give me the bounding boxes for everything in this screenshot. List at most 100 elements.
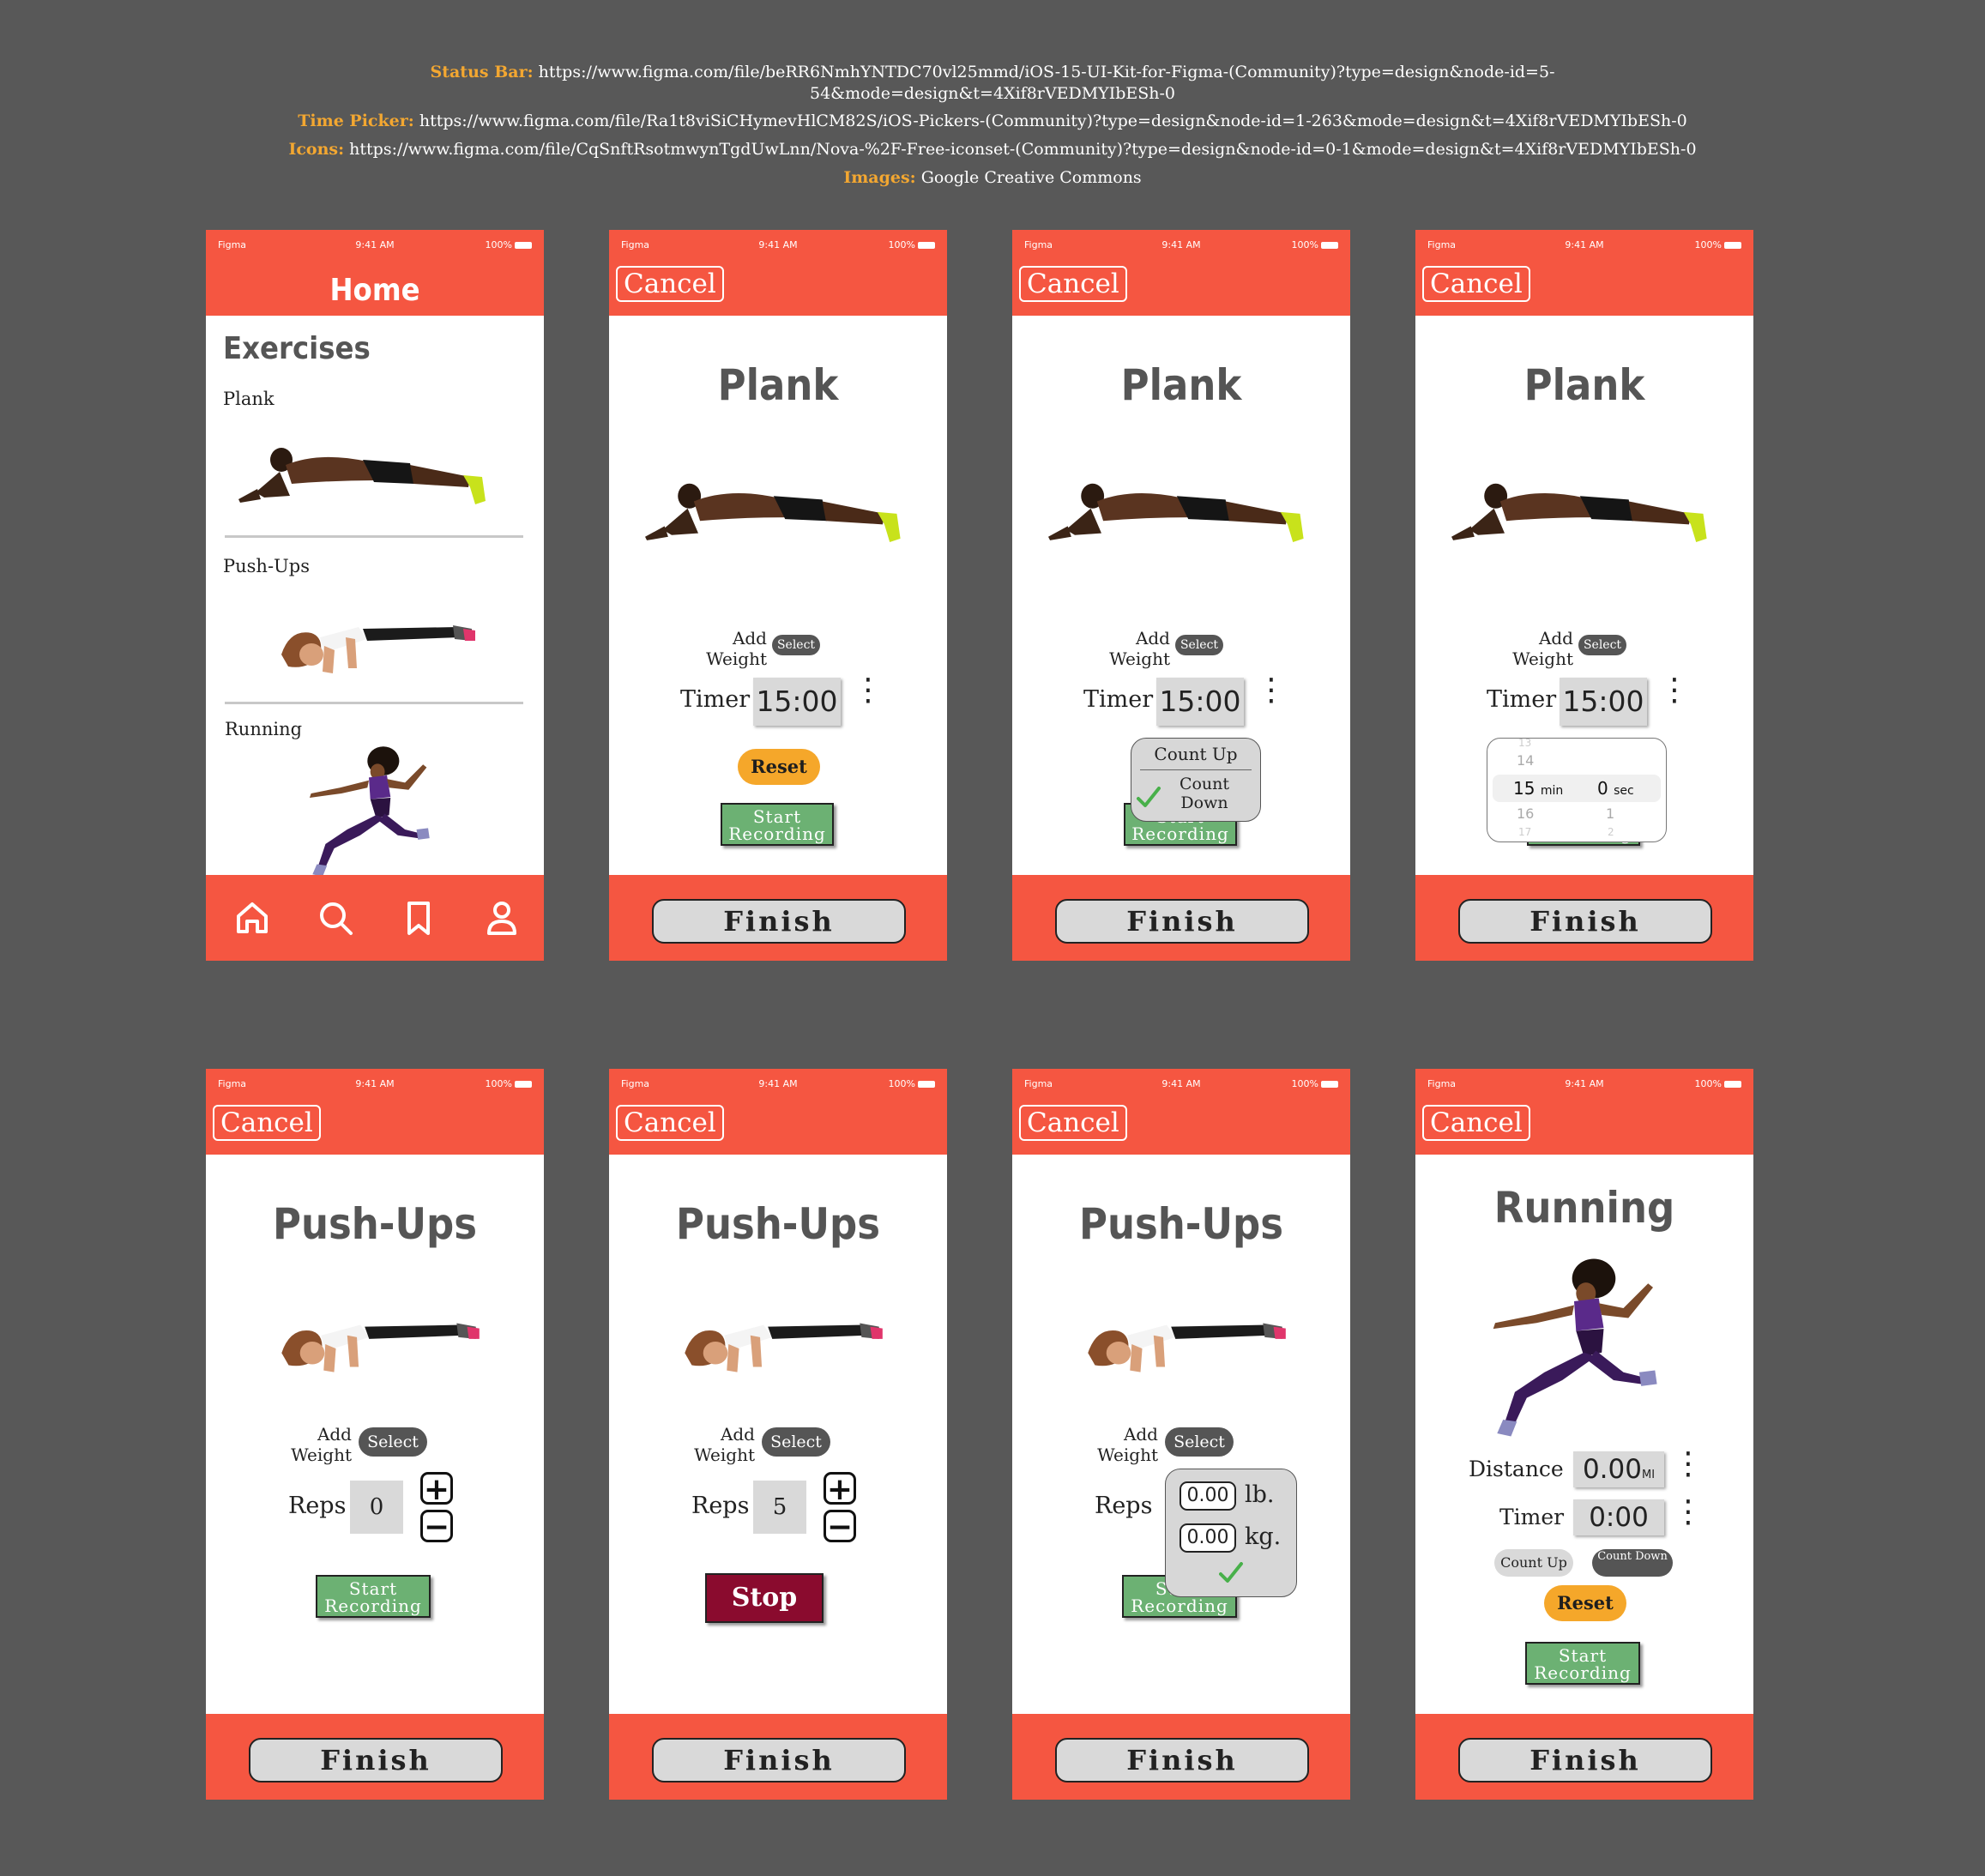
- timer-field[interactable]: 15:00: [753, 678, 841, 726]
- plank-image[interactable]: [238, 427, 496, 530]
- more-options-icon[interactable]: ⋮: [1659, 675, 1690, 706]
- header: Figma 9:41 AM 100% Cancel: [206, 1069, 544, 1155]
- running-image[interactable]: [283, 743, 455, 880]
- credit-link[interactable]: https://www.figma.com/file/CqSnftRsotmwy…: [349, 140, 1696, 159]
- home-icon[interactable]: [232, 897, 273, 938]
- add-weight-label: Add Weight: [1512, 628, 1573, 669]
- minus-icon[interactable]: −: [420, 1510, 453, 1543]
- exercise-title: Plank: [1120, 360, 1242, 410]
- cancel-button[interactable]: Cancel: [1422, 266, 1530, 302]
- header: Figma 9:41 AM 100% Cancel: [1415, 230, 1753, 316]
- add-weight-label: Add Weight: [1109, 628, 1170, 669]
- count-up-option[interactable]: Count Up: [1131, 744, 1260, 764]
- select-weight-button[interactable]: Select: [1165, 1427, 1234, 1457]
- timer-label: Timer: [1487, 686, 1557, 713]
- bookmark-icon[interactable]: [398, 897, 439, 938]
- select-weight-button[interactable]: Select: [359, 1427, 427, 1457]
- picker-minutes[interactable]: 15 min: [1513, 778, 1563, 799]
- battery-level: 100%: [888, 239, 915, 250]
- search-icon[interactable]: [315, 897, 356, 938]
- exercise-title: Running: [1493, 1183, 1675, 1233]
- start-recording-button[interactable]: Start Recording: [1525, 1642, 1640, 1685]
- credit-link[interactable]: https://www.figma.com/file/Ra1t8viSiCHym…: [419, 112, 1687, 130]
- timer-field[interactable]: 15:00: [1560, 678, 1647, 726]
- exercise-item-pushups[interactable]: Push-Ups: [223, 556, 310, 576]
- cancel-button[interactable]: Cancel: [1019, 1105, 1127, 1141]
- reset-button[interactable]: Reset: [1544, 1585, 1626, 1621]
- status-bar: Figma 9:41 AM 100%: [1012, 1076, 1350, 1095]
- picker-seconds[interactable]: 0 sec: [1597, 778, 1634, 799]
- timer-field[interactable]: 15:00: [1156, 678, 1244, 726]
- more-options-icon[interactable]: ⋮: [1256, 675, 1287, 706]
- finish-button[interactable]: Finish: [1055, 899, 1309, 944]
- more-options-icon[interactable]: ⋮: [1673, 1449, 1704, 1480]
- battery-level: 100%: [1291, 239, 1318, 250]
- select-weight-button[interactable]: Select: [762, 1427, 830, 1457]
- reps-field[interactable]: 0: [350, 1481, 403, 1534]
- battery-icon: [515, 242, 532, 249]
- credit-link[interactable]: https://www.figma.com/file/beRR6NmhYNTDC…: [539, 63, 1555, 103]
- battery: 100%: [1292, 239, 1338, 250]
- reps-field[interactable]: 5: [753, 1481, 806, 1534]
- header: Figma 9:41 AM 100% Cancel: [609, 230, 947, 316]
- count-down-option[interactable]: Count Down: [1166, 775, 1243, 812]
- count-down-button[interactable]: Count Down: [1592, 1549, 1673, 1577]
- finish-button[interactable]: Finish: [1458, 899, 1712, 944]
- minus-icon[interactable]: −: [824, 1510, 856, 1543]
- distance-label: Distance: [1469, 1457, 1564, 1481]
- time-picker[interactable]: 13 14 15 min 0 sec 16 1 17 2: [1487, 737, 1667, 842]
- select-weight-button[interactable]: Select: [1578, 635, 1626, 655]
- lb-unit: lb.: [1245, 1481, 1275, 1508]
- select-weight-button[interactable]: Select: [1175, 635, 1223, 655]
- add-weight-label: Add Weight: [706, 628, 767, 669]
- plus-icon[interactable]: +: [824, 1472, 856, 1505]
- battery-level: 100%: [1694, 239, 1722, 250]
- more-options-icon[interactable]: ⋮: [853, 675, 884, 706]
- finish-button[interactable]: Finish: [249, 1738, 503, 1783]
- kg-input[interactable]: 0.00: [1180, 1523, 1236, 1553]
- header: Figma 9:41 AM 100% Home: [206, 230, 544, 316]
- distance-field[interactable]: 0.00MI: [1573, 1451, 1664, 1487]
- plank-image: [1048, 483, 1304, 542]
- exercise-title: Plank: [717, 360, 839, 410]
- plank-image: [1451, 483, 1707, 542]
- status-bar: Figma 9:41 AM 100%: [1012, 237, 1350, 256]
- select-weight-button[interactable]: Select: [772, 635, 820, 655]
- checkmark-icon[interactable]: [1219, 1562, 1245, 1584]
- footer: Finish: [1012, 1714, 1350, 1800]
- finish-button[interactable]: Finish: [1055, 1738, 1309, 1783]
- exercise-item-running[interactable]: Running: [225, 719, 302, 739]
- lb-input[interactable]: 0.00: [1180, 1481, 1236, 1511]
- screen-pushups-weight-popup: Figma 9:41 AM 100% Cancel Push-Ups Add W…: [1012, 1069, 1350, 1800]
- stop-button[interactable]: Stop: [705, 1573, 824, 1623]
- more-options-icon[interactable]: ⋮: [1673, 1497, 1704, 1528]
- battery: 100%: [1292, 1078, 1338, 1089]
- pushups-image: [281, 1323, 480, 1372]
- picker-row: 16: [1517, 805, 1535, 822]
- screen-plank-count-menu: Figma 9:41 AM 100% Cancel Plank Add Weig…: [1012, 230, 1350, 961]
- exercise-title: Push-Ups: [1079, 1199, 1283, 1249]
- cancel-button[interactable]: Cancel: [213, 1105, 321, 1141]
- cancel-button[interactable]: Cancel: [616, 1105, 724, 1141]
- cancel-button[interactable]: Cancel: [1422, 1105, 1530, 1141]
- finish-button[interactable]: Finish: [1458, 1738, 1712, 1783]
- reset-button[interactable]: Reset: [738, 749, 820, 785]
- cancel-button[interactable]: Cancel: [616, 266, 724, 302]
- divider: [225, 702, 523, 704]
- screen-plank-time-picker: Figma 9:41 AM 100% Cancel Plank Add Weig…: [1415, 230, 1753, 961]
- timer-field[interactable]: 0:00: [1573, 1499, 1664, 1535]
- start-recording-button[interactable]: Start Recording: [316, 1575, 431, 1618]
- count-up-button[interactable]: Count Up: [1494, 1549, 1573, 1577]
- finish-button[interactable]: Finish: [652, 899, 906, 944]
- finish-button[interactable]: Finish: [652, 1738, 906, 1783]
- cancel-button[interactable]: Cancel: [1019, 266, 1127, 302]
- plus-icon[interactable]: +: [420, 1472, 453, 1505]
- battery-level: 100%: [1694, 1078, 1722, 1089]
- profile-icon[interactable]: [481, 897, 522, 938]
- pushups-image[interactable]: [273, 603, 479, 689]
- start-recording-button[interactable]: Start Recording: [721, 803, 834, 846]
- exercise-item-plank[interactable]: Plank: [223, 389, 275, 409]
- picker-row: 2: [1608, 826, 1614, 838]
- battery-icon: [1321, 242, 1338, 249]
- battery: 100%: [1695, 239, 1741, 250]
